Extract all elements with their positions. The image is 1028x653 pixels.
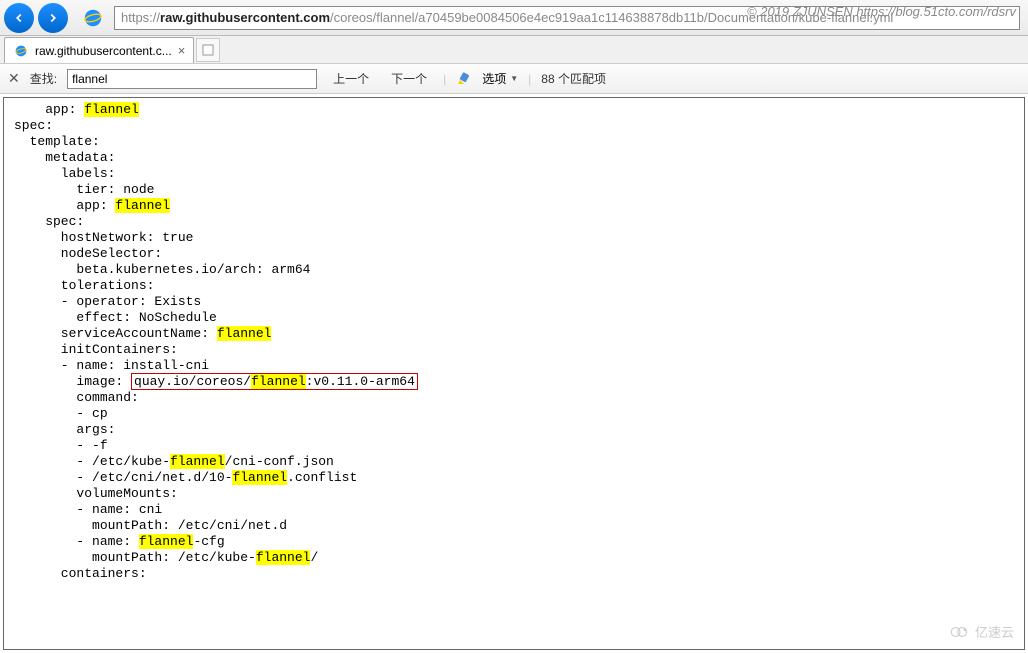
- url-protocol: https://: [121, 10, 160, 25]
- ie-logo-icon: [82, 7, 104, 29]
- find-highlight-button[interactable]: [456, 71, 472, 87]
- options-label: 选项: [482, 70, 506, 87]
- back-button[interactable]: [4, 3, 34, 33]
- page-content[interactable]: app: flannel spec: template: metadata: l…: [3, 97, 1025, 650]
- separator: |: [443, 72, 446, 86]
- find-close-icon[interactable]: ✕: [8, 70, 20, 87]
- highlighter-icon: [456, 71, 472, 87]
- find-options-button[interactable]: 选项 ▼: [482, 70, 518, 87]
- find-prev-button[interactable]: 上一个: [327, 68, 375, 89]
- find-next-button[interactable]: 下一个: [385, 68, 433, 89]
- tab-close-icon[interactable]: ×: [178, 43, 186, 58]
- url-host: raw.githubusercontent.com: [160, 10, 330, 25]
- find-input[interactable]: [67, 69, 317, 89]
- separator: |: [528, 72, 531, 86]
- forward-button[interactable]: [38, 3, 68, 33]
- watermark-top: © 2019 ZJUNSEN https://blog.51cto.com/rd…: [747, 4, 1016, 19]
- tab-title: raw.githubusercontent.c...: [35, 44, 172, 58]
- find-label: 查找:: [30, 70, 57, 87]
- watermark-bottom: 亿速云: [949, 622, 1014, 641]
- new-tab-button[interactable]: [196, 38, 220, 62]
- browser-tab[interactable]: raw.githubusercontent.c... ×: [4, 37, 194, 63]
- chevron-down-icon: ▼: [510, 74, 518, 83]
- find-match-count: 88 个匹配项: [541, 70, 606, 87]
- tab-bar: raw.githubusercontent.c... ×: [0, 36, 1028, 64]
- ie-page-icon: [13, 43, 29, 59]
- find-bar: ✕ 查找: 上一个 下一个 | 选项 ▼ | 88 个匹配项: [0, 64, 1028, 94]
